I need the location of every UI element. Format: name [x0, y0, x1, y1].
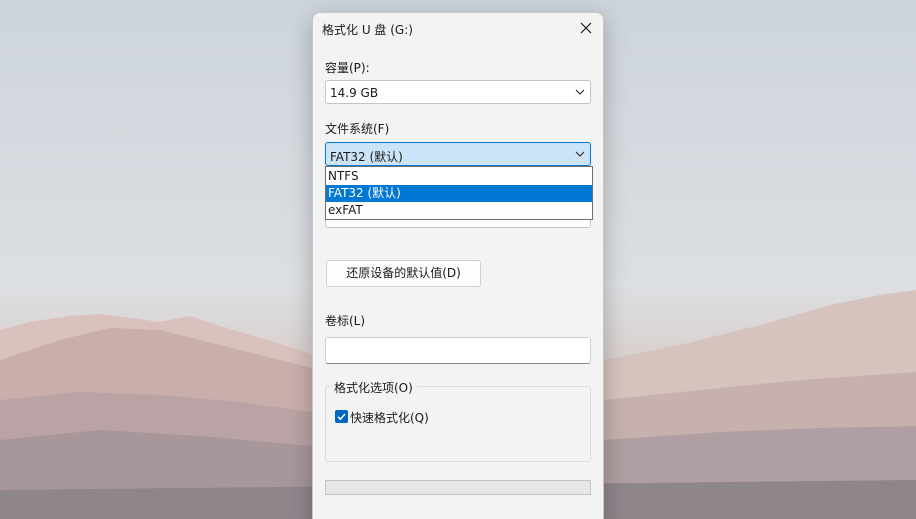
format-progress-bar	[325, 480, 591, 495]
format-options-title: 格式化选项(O)	[330, 379, 417, 396]
title-bar: 格式化 U 盘 (G:)	[313, 13, 603, 43]
capacity-select[interactable]: 14.9 GB	[325, 80, 591, 104]
file-system-dropdown-list: NTFS FAT32 (默认) exFAT	[325, 166, 593, 220]
capacity-value: 14.9 GB	[330, 86, 379, 100]
chevron-down-icon	[575, 151, 585, 157]
chevron-down-icon	[575, 89, 585, 95]
dropdown-option-exfat[interactable]: exFAT	[326, 202, 592, 219]
close-icon	[580, 22, 592, 34]
file-system-value: FAT32 (默认)	[330, 150, 403, 164]
capacity-label: 容量(P):	[325, 61, 370, 75]
restore-defaults-button[interactable]: 还原设备的默认值(D)	[326, 260, 481, 287]
file-system-select[interactable]: FAT32 (默认)	[325, 142, 591, 166]
file-system-label: 文件系统(F)	[325, 122, 390, 136]
quick-format-checkbox[interactable]	[335, 410, 348, 423]
desktop-wallpaper: 格式化 U 盘 (G:) 容量(P): 14.9 GB 文件系统(F) FAT3…	[0, 0, 916, 519]
format-dialog: 格式化 U 盘 (G:) 容量(P): 14.9 GB 文件系统(F) FAT3…	[312, 12, 604, 519]
dialog-title: 格式化 U 盘 (G:)	[322, 23, 413, 37]
volume-label-label: 卷标(L)	[325, 314, 366, 328]
checkmark-icon	[337, 413, 346, 421]
dropdown-option-fat32[interactable]: FAT32 (默认)	[326, 185, 592, 202]
dropdown-option-ntfs[interactable]: NTFS	[326, 168, 592, 185]
volume-label-input[interactable]	[325, 337, 591, 364]
close-button[interactable]	[569, 13, 603, 43]
quick-format-label: 快速格式化(Q)	[350, 411, 429, 425]
